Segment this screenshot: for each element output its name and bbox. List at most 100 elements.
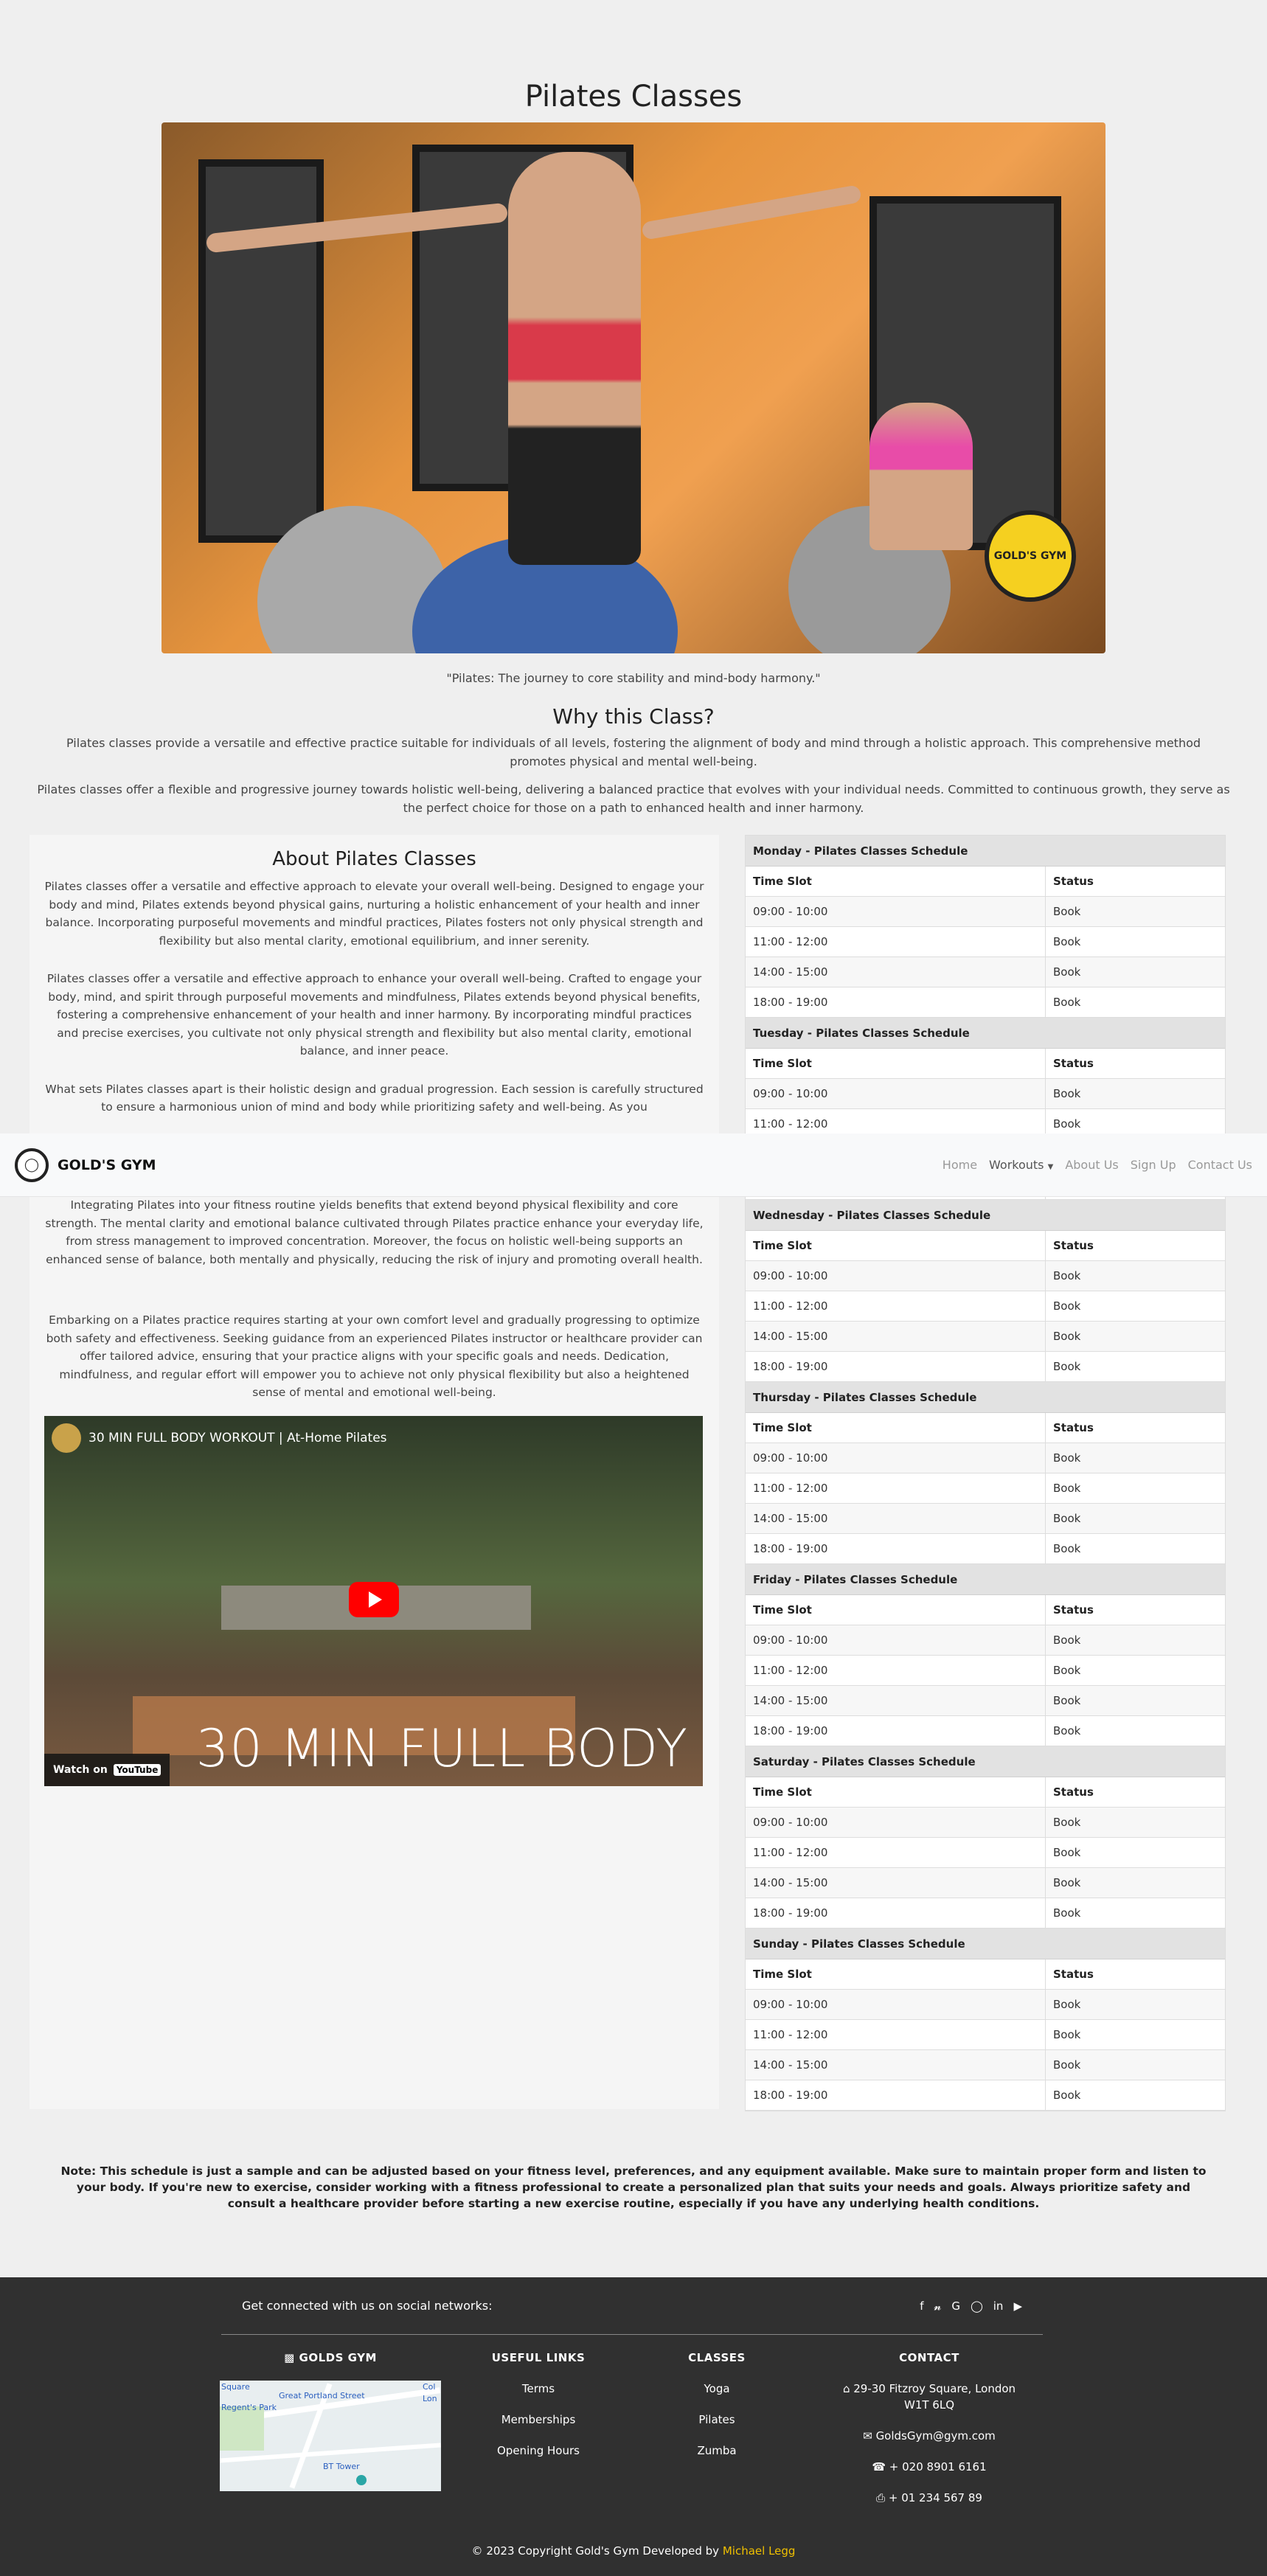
about-paragraph-5: Embarking on a Pilates practice requires… bbox=[46, 1313, 703, 1399]
status-header: Status bbox=[1053, 1785, 1094, 1799]
book-link[interactable]: Book bbox=[1046, 2050, 1225, 2080]
location-map[interactable]: Square Great Portland Street Regent's Pa… bbox=[220, 2381, 441, 2491]
book-link[interactable]: Book bbox=[1046, 1838, 1225, 1867]
table-row: 18:00 - 19:00Book bbox=[746, 1716, 1225, 1746]
table-row: 18:00 - 19:00Book bbox=[746, 1534, 1225, 1564]
book-link[interactable]: Book bbox=[1046, 927, 1225, 957]
time-slot-cell: 18:00 - 19:00 bbox=[746, 1716, 1046, 1746]
video-title-bar[interactable]: 30 MIN FULL BODY WORKOUT | At-Home Pilat… bbox=[52, 1423, 387, 1453]
home-icon: ⌂ bbox=[842, 2382, 850, 2395]
schedule-header-row: Time Slot Status bbox=[746, 867, 1225, 897]
time-slot-cell: 09:00 - 10:00 bbox=[746, 1079, 1046, 1108]
social-bar: Get connected with us on social networks… bbox=[221, 2277, 1043, 2335]
nav-sign-up[interactable]: Sign Up bbox=[1131, 1158, 1176, 1172]
youtube-icon[interactable]: ▶ bbox=[1013, 2299, 1022, 2313]
envelope-icon: ✉ bbox=[863, 2429, 872, 2443]
navbar-brand[interactable]: ◯ GOLD'S GYM bbox=[15, 1148, 156, 1182]
link-yoga[interactable]: Yoga bbox=[643, 2381, 791, 2397]
book-link[interactable]: Book bbox=[1046, 1656, 1225, 1685]
facebook-icon[interactable]: f bbox=[920, 2299, 923, 2313]
time-slot-cell: 09:00 - 10:00 bbox=[746, 1443, 1046, 1473]
table-row: 09:00 - 10:00 Book bbox=[746, 1990, 1225, 2020]
book-link[interactable]: Book bbox=[1046, 1504, 1225, 1533]
time-slot-cell: 14:00 - 15:00 bbox=[746, 957, 1046, 987]
nav-workouts-dropdown[interactable]: Workouts ▼ bbox=[989, 1158, 1053, 1172]
time-slot-cell: 14:00 - 15:00 bbox=[746, 1322, 1046, 1351]
contact-email[interactable]: ✉ GoldsGym@gym.com bbox=[841, 2428, 1018, 2444]
time-slot-header: Time Slot bbox=[746, 1231, 1046, 1260]
watch-on-youtube-button[interactable]: Watch on YouTube bbox=[44, 1754, 170, 1786]
table-row: 14:00 - 15:00Book bbox=[746, 957, 1225, 987]
book-link[interactable]: Book bbox=[1046, 1443, 1225, 1473]
book-link[interactable]: Book bbox=[1046, 1990, 1225, 2019]
dumbbell-icon: ▩ bbox=[284, 2351, 295, 2364]
book-link[interactable]: Book bbox=[1046, 1716, 1225, 1746]
map-label: Great Portland Street bbox=[279, 2391, 365, 2400]
book-link[interactable]: Book bbox=[1046, 1473, 1225, 1503]
nav-home[interactable]: Home bbox=[943, 1158, 977, 1172]
book-link[interactable]: Book bbox=[1046, 1898, 1225, 1928]
book-link[interactable]: Book bbox=[1046, 1686, 1225, 1715]
golds-gym-logo-icon: GOLD'S GYM bbox=[985, 510, 1076, 602]
nav-contact-us[interactable]: Contact Us bbox=[1188, 1158, 1252, 1172]
footer-brand-text: GOLDS GYM bbox=[299, 2351, 377, 2364]
google-icon[interactable]: G bbox=[951, 2299, 960, 2313]
link-zumba[interactable]: Zumba bbox=[643, 2443, 791, 2459]
table-row: 09:00 - 10:00 Book bbox=[746, 1625, 1225, 1656]
book-link[interactable]: Book bbox=[1046, 1291, 1225, 1321]
book-link[interactable]: Book bbox=[1046, 1352, 1225, 1381]
video-embed[interactable]: 30 MIN FULL BODY WORKOUT | At-Home Pilat… bbox=[44, 1416, 703, 1786]
footer-brand-heading: ▩ GOLDS GYM bbox=[220, 2351, 441, 2364]
status-header: Status bbox=[1053, 1968, 1094, 1981]
time-slot-cell: 11:00 - 12:00 bbox=[746, 1291, 1046, 1321]
time-slot-header: Time Slot bbox=[746, 1595, 1046, 1625]
contact-phone[interactable]: ☎ + 020 8901 6161 bbox=[841, 2459, 1018, 2475]
time-slot-cell: 11:00 - 12:00 bbox=[746, 1838, 1046, 1867]
video-title[interactable]: 30 MIN FULL BODY WORKOUT | At-Home Pilat… bbox=[88, 1431, 387, 1445]
time-slot-cell: 14:00 - 15:00 bbox=[746, 1686, 1046, 1715]
book-link[interactable]: Book bbox=[1046, 1625, 1225, 1655]
caret-down-icon: ▼ bbox=[1047, 1163, 1054, 1171]
book-link[interactable]: Book bbox=[1046, 987, 1225, 1017]
linkedin-icon[interactable]: in bbox=[993, 2299, 1004, 2313]
play-button[interactable] bbox=[349, 1582, 399, 1617]
twitter-icon[interactable]: 𝓷 bbox=[934, 2299, 941, 2313]
book-link[interactable]: Book bbox=[1046, 2020, 1225, 2049]
status-header: Status bbox=[1053, 1603, 1094, 1617]
book-link[interactable]: Book bbox=[1046, 2080, 1225, 2110]
footer: Get connected with us on social networks… bbox=[0, 2277, 1267, 2576]
table-row: 18:00 - 19:00Book bbox=[746, 1352, 1225, 1382]
instagram-icon[interactable]: ◯ bbox=[971, 2299, 983, 2313]
address-text: 29-30 Fitzroy Square, London W1T 6LQ bbox=[853, 2382, 1016, 2412]
time-slot-header: Time Slot bbox=[746, 1049, 1046, 1078]
table-row: 18:00 - 19:00Book bbox=[746, 1898, 1225, 1928]
time-slot-cell: 18:00 - 19:00 bbox=[746, 2080, 1046, 2110]
table-row: 14:00 - 15:00Book bbox=[746, 1868, 1225, 1898]
book-link[interactable]: Book bbox=[1046, 1808, 1225, 1837]
book-link[interactable]: Book bbox=[1046, 1079, 1225, 1108]
table-row: 11:00 - 12:00 Book bbox=[746, 1473, 1225, 1504]
schedule-tables: Monday - Pilates Classes Schedule Time Sl… bbox=[745, 835, 1226, 2111]
book-link[interactable]: Book bbox=[1046, 1261, 1225, 1291]
nav-about-us[interactable]: About Us bbox=[1065, 1158, 1118, 1172]
channel-avatar[interactable] bbox=[52, 1423, 81, 1453]
book-link[interactable]: Book bbox=[1046, 957, 1225, 987]
book-link[interactable]: Book bbox=[1046, 1534, 1225, 1563]
link-memberships[interactable]: Memberships bbox=[465, 2412, 612, 2428]
table-row: 09:00 - 10:00 Book bbox=[746, 1079, 1225, 1109]
status-header: Status bbox=[1053, 1239, 1094, 1252]
schedule-header-row: Time Slot Status bbox=[746, 1595, 1225, 1625]
book-link[interactable]: Book bbox=[1046, 897, 1225, 926]
link-opening-hours[interactable]: Opening Hours bbox=[465, 2443, 612, 2459]
time-slot-cell: 11:00 - 12:00 bbox=[746, 1473, 1046, 1503]
author-link[interactable]: Michael Legg bbox=[723, 2544, 796, 2558]
book-link[interactable]: Book bbox=[1046, 1322, 1225, 1351]
contact-heading: CONTACT bbox=[899, 2351, 959, 2364]
book-link[interactable]: Book bbox=[1046, 1868, 1225, 1898]
social-icons: f 𝓷 G ◯ in ▶ bbox=[920, 2299, 1022, 2313]
table-row: 14:00 - 15:00Book bbox=[746, 2050, 1225, 2080]
schedule-day-heading: Sunday - Pilates Classes Schedule bbox=[746, 1928, 1225, 1959]
phone-text: + 020 8901 6161 bbox=[889, 2460, 987, 2473]
link-pilates[interactable]: Pilates bbox=[643, 2412, 791, 2428]
link-terms[interactable]: Terms bbox=[465, 2381, 612, 2397]
